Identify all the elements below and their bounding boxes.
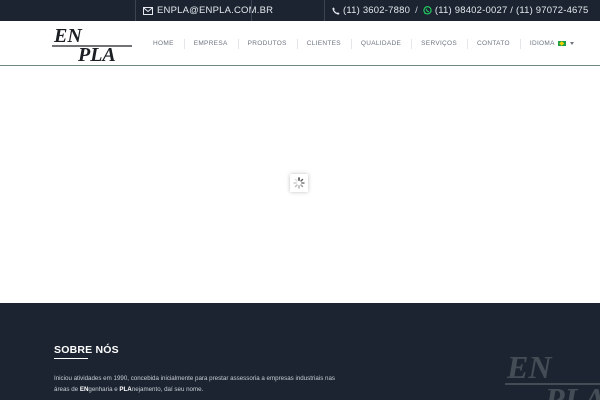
- spinner-icon: [290, 174, 308, 192]
- nav-contato[interactable]: CONTATO: [467, 36, 520, 52]
- enpla-logo[interactable]: EN PLA: [52, 25, 134, 66]
- whatsapp-numbers[interactable]: (11) 98402-0027 / (11) 97072-4675: [435, 5, 589, 16]
- nav-qualidade[interactable]: QUALIDADE: [350, 36, 411, 52]
- nav-clientes[interactable]: CLIENTES: [296, 36, 351, 52]
- nav-servicos[interactable]: SERVIÇOS: [411, 36, 467, 52]
- nav-empresa[interactable]: EMPRESA: [183, 36, 238, 52]
- brazil-flag-icon: [557, 40, 566, 47]
- footer-title: SOBRE NÓS: [54, 344, 119, 356]
- main-nav: HOME EMPRESA PRODUTOS CLIENTES QUALIDADE…: [143, 21, 584, 66]
- topbar-divider: [135, 0, 136, 21]
- email-link[interactable]: ENPLA@ENPLA.COM.BR: [143, 0, 273, 21]
- topbar-divider: [324, 0, 325, 21]
- about-prefix: áreas de: [54, 386, 80, 393]
- envelope-icon: [143, 6, 153, 15]
- top-bar: ENPLA@ENPLA.COM.BR (11) 3602-7880 / (11)…: [0, 0, 600, 21]
- about-mid: genharia e: [88, 386, 120, 393]
- svg-text:PLA: PLA: [544, 381, 600, 400]
- topbar-divider: [251, 0, 252, 21]
- logo-watermark: EN PLA: [505, 348, 600, 400]
- phone-separator: /: [415, 5, 418, 16]
- email-text: ENPLA@ENPLA.COM.BR: [157, 5, 274, 16]
- nav-produtos[interactable]: PRODUTOS: [237, 36, 297, 52]
- about-end: nejamento, daí seu nome.: [131, 386, 204, 393]
- site-header: EN PLA HOME EMPRESA PRODUTOS CLIENTES QU…: [0, 21, 600, 66]
- caret-down-icon: [569, 42, 574, 45]
- main-content: [0, 67, 600, 303]
- footer: SOBRE NÓS Iniciou atividades em 1990, co…: [0, 303, 600, 400]
- phone-group: (11) 3602-7880 / (11) 98402-0027 / (11) …: [332, 0, 589, 21]
- phone-number[interactable]: (11) 3602-7880: [343, 5, 410, 16]
- svg-text:EN: EN: [506, 349, 553, 385]
- about-pla: PLA: [119, 386, 132, 393]
- nav-home[interactable]: HOME: [143, 36, 184, 52]
- about-text: Iniciou atividades em 1990, concebida in…: [54, 373, 374, 395]
- language-label: IDIOMA: [529, 40, 555, 47]
- phone-icon: [332, 6, 340, 15]
- svg-text:PLA: PLA: [77, 44, 116, 63]
- title-underline: [54, 358, 88, 359]
- whatsapp-icon: [423, 6, 432, 15]
- language-dropdown[interactable]: IDIOMA: [519, 36, 584, 52]
- about-line-1: Iniciou atividades em 1990, concebida in…: [54, 375, 335, 382]
